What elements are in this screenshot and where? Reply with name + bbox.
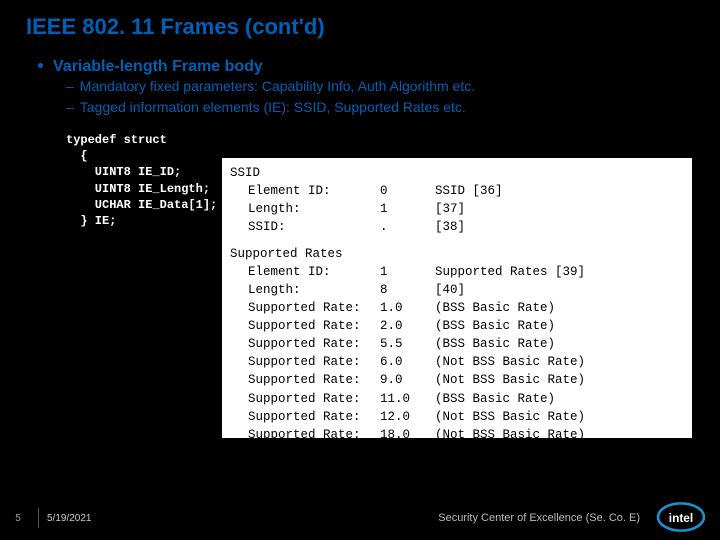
ie-key: Length:	[230, 281, 380, 299]
dash-icon: –	[66, 99, 74, 115]
footer: 5 5/19/2021 Security Center of Excellenc…	[0, 496, 720, 540]
ie-key: Element ID:	[230, 182, 380, 200]
ie-panel: SSID Element ID:0SSID [36]Length:1[37]SS…	[222, 158, 692, 438]
ie-note: (Not BSS Basic Rate)	[435, 426, 684, 444]
ie-note: (BSS Basic Rate)	[435, 335, 684, 353]
intel-logo-icon: intel	[654, 500, 708, 534]
ie-note: (Not BSS Basic Rate)	[435, 371, 684, 389]
ie-key: Supported Rate:	[230, 353, 380, 371]
sub-bullet-2: –Tagged information elements (IE): SSID,…	[38, 97, 720, 118]
ie-row: Length:8[40]	[230, 281, 684, 299]
ie-value: 1.0	[380, 299, 435, 317]
ie-value: 1	[380, 263, 435, 281]
sub2-text: Tagged information elements (IE): SSID, …	[80, 99, 466, 115]
ie-row: Supported Rate:1.0(BSS Basic Rate)	[230, 299, 684, 317]
ie-note: (BSS Basic Rate)	[435, 299, 684, 317]
bullet-dot-icon	[38, 63, 43, 68]
ie-row: Element ID:1Supported Rates [39]	[230, 263, 684, 281]
ie-note: [37]	[435, 200, 684, 218]
rates-rows: Element ID:1Supported Rates [39]Length:8…	[230, 263, 684, 444]
ie-note: (Not BSS Basic Rate)	[435, 353, 684, 371]
sub-bullet-1: –Mandatory fixed parameters: Capability …	[38, 76, 720, 97]
ie-note: Supported Rates [39]	[435, 263, 684, 281]
ie-key: Supported Rate:	[230, 317, 380, 335]
ie-row: Supported Rate:11.0(BSS Basic Rate)	[230, 390, 684, 408]
ie-row: Element ID:0SSID [36]	[230, 182, 684, 200]
ie-key: Supported Rate:	[230, 408, 380, 426]
ie-value: 1	[380, 200, 435, 218]
ie-key: Length:	[230, 200, 380, 218]
ie-note: (BSS Basic Rate)	[435, 317, 684, 335]
sub1-text: Mandatory fixed parameters: Capability I…	[80, 78, 475, 94]
ie-value: 0	[380, 182, 435, 200]
ssid-rows: Element ID:0SSID [36]Length:1[37]SSID:.[…	[230, 182, 684, 236]
ie-value: .	[380, 218, 435, 236]
ie-value: 5.5	[380, 335, 435, 353]
ie-row: SSID:.[38]	[230, 218, 684, 236]
ie-value: 11.0	[380, 390, 435, 408]
ie-note: [38]	[435, 218, 684, 236]
ie-row: Supported Rate:5.5(BSS Basic Rate)	[230, 335, 684, 353]
ie-key: Supported Rate:	[230, 299, 380, 317]
bullet-main: Variable-length Frame body	[38, 58, 720, 76]
ie-row: Supported Rate:2.0(BSS Basic Rate)	[230, 317, 684, 335]
ie-row: Supported Rate:18.0(Not BSS Basic Rate)	[230, 426, 684, 444]
footer-divider	[38, 508, 39, 528]
ie-key: Supported Rate:	[230, 426, 380, 444]
ie-value: 9.0	[380, 371, 435, 389]
ie-row: Supported Rate:6.0(Not BSS Basic Rate)	[230, 353, 684, 371]
ie-key: Supported Rate:	[230, 390, 380, 408]
ie-key: Element ID:	[230, 263, 380, 281]
ie-key: Supported Rate:	[230, 371, 380, 389]
ie-row: Supported Rate:12.0(Not BSS Basic Rate)	[230, 408, 684, 426]
ie-note: (Not BSS Basic Rate)	[435, 408, 684, 426]
ie-row: Length:1[37]	[230, 200, 684, 218]
dash-icon: –	[66, 78, 74, 94]
ie-value: 18.0	[380, 426, 435, 444]
ie-key: Supported Rate:	[230, 335, 380, 353]
ie-value: 2.0	[380, 317, 435, 335]
ie-value: 12.0	[380, 408, 435, 426]
ie-key: SSID:	[230, 218, 380, 236]
ssid-section-label: SSID	[230, 164, 684, 182]
ie-note: [40]	[435, 281, 684, 299]
bullet-heading: Variable-length Frame body	[53, 58, 263, 76]
slide-number: 5	[0, 513, 30, 524]
slide-date: 5/19/2021	[47, 513, 92, 524]
ie-row: Supported Rate:9.0(Not BSS Basic Rate)	[230, 371, 684, 389]
rates-section-label: Supported Rates	[230, 245, 684, 263]
ie-value: 6.0	[380, 353, 435, 371]
footer-org: Security Center of Excellence (Se. Co. E…	[438, 512, 640, 524]
slide-title: IEEE 802. 11 Frames (cont'd)	[0, 0, 720, 40]
ie-note: SSID [36]	[435, 182, 684, 200]
svg-text:intel: intel	[669, 511, 693, 525]
ie-note: (BSS Basic Rate)	[435, 390, 684, 408]
ie-value: 8	[380, 281, 435, 299]
